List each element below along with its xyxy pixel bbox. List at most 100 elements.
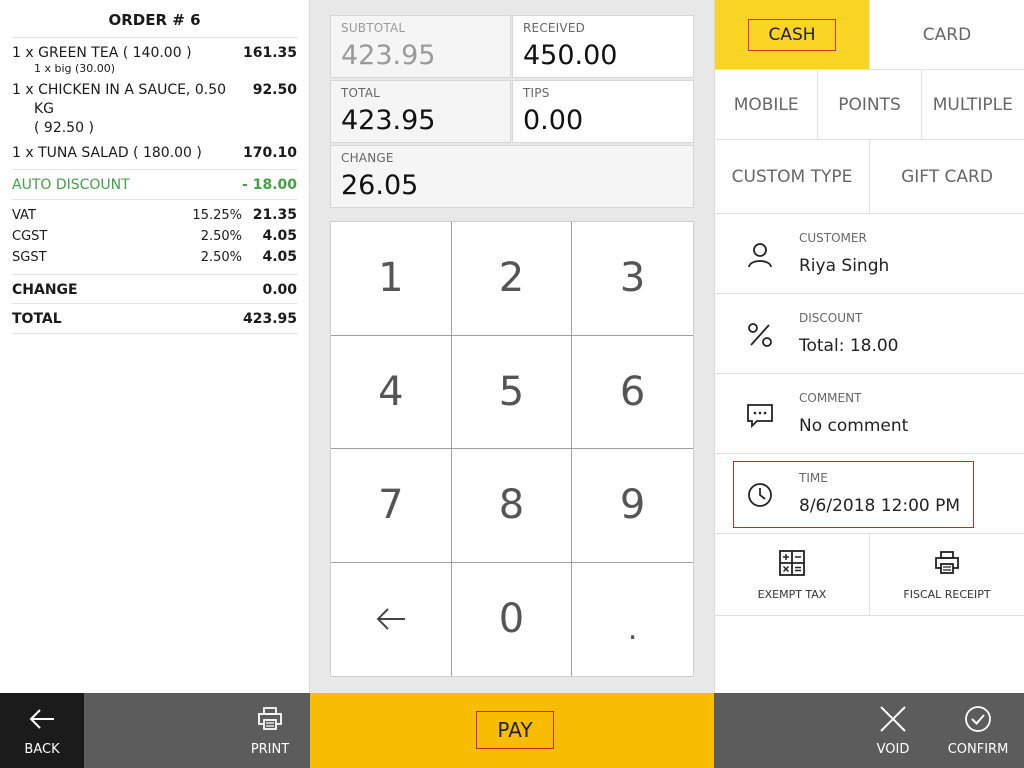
tax-list: VAT 15.25% 21.35 CGST 2.50% 4.05 SGST 2.… bbox=[12, 200, 297, 268]
arrow-left-icon bbox=[29, 709, 54, 729]
exempt-tax-button[interactable]: EXEMPT TAX bbox=[715, 534, 870, 615]
close-icon bbox=[880, 706, 906, 732]
gift-card-payment-button[interactable]: GIFT CARD bbox=[870, 140, 1024, 213]
printer-icon bbox=[258, 707, 282, 730]
order-item[interactable]: 1 x TUNA SALAD ( 180.00 ) 170.10 bbox=[12, 138, 297, 170]
received-label: RECEIVED bbox=[523, 21, 586, 35]
discount-label: AUTO DISCOUNT bbox=[12, 177, 130, 193]
fiscal-receipt-button[interactable]: FISCAL RECEIPT bbox=[870, 534, 1024, 615]
order-total-value: 423.95 bbox=[242, 311, 297, 327]
change-label: CHANGE bbox=[341, 151, 394, 165]
item-name: CHICKEN IN A SAUCE, 0.50 bbox=[38, 82, 227, 98]
time-label: TIME bbox=[799, 471, 828, 485]
item-name: TUNA SALAD ( 180.00 ) bbox=[38, 145, 202, 161]
key-2[interactable]: 2 bbox=[451, 222, 573, 336]
discount-info-value: Total: 18.00 bbox=[799, 336, 899, 356]
action-row: EXEMPT TAX FISCAL RECEIPT bbox=[715, 534, 1024, 616]
total-label: TOTAL bbox=[341, 86, 381, 100]
discount-row[interactable]: DISCOUNT Total: 18.00 bbox=[715, 294, 1024, 374]
item-qty: 1 x bbox=[12, 45, 34, 61]
key-9[interactable]: 9 bbox=[572, 449, 693, 563]
tax-percent: 2.50% bbox=[200, 229, 242, 244]
tips-value: 0.00 bbox=[523, 105, 584, 136]
order-item[interactable]: 1 x GREEN TEA ( 140.00 ) 1 x big (30.00)… bbox=[12, 38, 297, 75]
tips-field[interactable]: TIPS 0.00 bbox=[512, 80, 694, 143]
item-amount: 92.50 bbox=[252, 82, 297, 98]
void-button[interactable]: VOID bbox=[858, 693, 928, 768]
subtotal-field: SUBTOTAL 423.95 bbox=[330, 15, 511, 78]
confirm-label: CONFIRM bbox=[947, 742, 1009, 757]
key-0[interactable]: 0 bbox=[452, 562, 573, 676]
change-field: CHANGE 26.05 bbox=[330, 145, 694, 208]
total-field: TOTAL 423.95 bbox=[330, 80, 511, 143]
user-icon bbox=[748, 243, 772, 268]
tax-percent: 2.50% bbox=[200, 250, 242, 265]
back-button[interactable]: BACK bbox=[0, 693, 84, 768]
payment-entry-panel: SUBTOTAL 423.95 RECEIVED 450.00 TOTAL 42… bbox=[310, 0, 714, 693]
payment-options-panel: CASH CARD MOBILE POINTS MULTIPLE CUSTOM … bbox=[714, 0, 1024, 693]
item-qty: 1 x bbox=[12, 145, 34, 161]
item-name-cont: KG bbox=[34, 101, 55, 117]
custom-type-payment-button[interactable]: CUSTOM TYPE bbox=[715, 140, 870, 213]
tax-value: 4.05 bbox=[262, 228, 297, 244]
subtotal-label: SUBTOTAL bbox=[341, 21, 406, 35]
order-change-value: 0.00 bbox=[262, 282, 297, 298]
mobile-payment-button[interactable]: MOBILE bbox=[715, 70, 819, 139]
comment-value: No comment bbox=[799, 416, 909, 436]
key-5[interactable]: 5 bbox=[451, 335, 573, 449]
cash-label: CASH bbox=[748, 18, 836, 51]
subtotal-value: 423.95 bbox=[341, 40, 436, 71]
tax-row: VAT 15.25% 21.35 bbox=[12, 205, 297, 226]
order-total-label: TOTAL bbox=[12, 311, 62, 327]
received-field[interactable]: RECEIVED 450.00 bbox=[512, 15, 694, 78]
back-label: BACK bbox=[24, 742, 60, 757]
item-amount: 170.10 bbox=[242, 145, 297, 161]
item-price: ( 92.50 ) bbox=[34, 120, 94, 136]
discount-info-label: DISCOUNT bbox=[799, 311, 863, 325]
order-change-row: CHANGE 0.00 bbox=[12, 274, 297, 304]
numeric-keypad: 1 2 3 4 5 6 7 8 9 0 . bbox=[330, 221, 694, 677]
payment-type-row-2: MOBILE POINTS MULTIPLE bbox=[715, 70, 1024, 140]
order-item[interactable]: 1 x CHICKEN IN A SAUCE, 0.50 KG ( 92.50 … bbox=[12, 75, 297, 138]
time-row[interactable]: TIME 8/6/2018 12:00 PM bbox=[715, 454, 1024, 534]
tax-row: SGST 2.50% 4.05 bbox=[12, 247, 297, 268]
key-6[interactable]: 6 bbox=[572, 336, 693, 449]
tax-name: SGST bbox=[12, 250, 47, 265]
discount-amount: - 18.00 bbox=[242, 177, 297, 193]
tax-name: CGST bbox=[12, 229, 48, 244]
item-qty: 1 x bbox=[12, 82, 34, 98]
payment-type-row-1: CASH CARD bbox=[715, 0, 1024, 70]
order-change-label: CHANGE bbox=[12, 282, 78, 298]
confirm-button[interactable]: CONFIRM bbox=[940, 693, 1016, 768]
payment-type-row-3: CUSTOM TYPE GIFT CARD bbox=[715, 140, 1024, 214]
item-modifier: 1 x big (30.00) bbox=[34, 62, 116, 75]
multiple-payment-button[interactable]: MULTIPLE bbox=[922, 70, 1024, 139]
key-3[interactable]: 3 bbox=[572, 222, 693, 336]
received-value: 450.00 bbox=[523, 40, 618, 71]
pay-button[interactable]: PAY bbox=[476, 711, 554, 749]
points-payment-button[interactable]: POINTS bbox=[818, 70, 922, 139]
print-button[interactable]: PRINT bbox=[230, 693, 310, 768]
card-payment-button[interactable]: CARD bbox=[870, 0, 1024, 69]
order-title: ORDER # 6 bbox=[12, 0, 297, 38]
customer-name: Riya Singh bbox=[799, 256, 890, 276]
backspace-key[interactable] bbox=[331, 562, 452, 676]
printer-icon bbox=[935, 551, 959, 574]
key-decimal[interactable]: . bbox=[572, 563, 693, 677]
comment-row[interactable]: COMMENT No comment bbox=[715, 374, 1024, 454]
pay-bar[interactable]: PAY bbox=[310, 693, 714, 768]
key-4[interactable]: 4 bbox=[331, 335, 452, 449]
total-value: 423.95 bbox=[341, 105, 436, 136]
tax-name: VAT bbox=[12, 208, 36, 223]
tax-value: 21.35 bbox=[252, 207, 297, 223]
clock-icon bbox=[748, 483, 772, 507]
customer-row[interactable]: CUSTOMER Riya Singh bbox=[715, 214, 1024, 294]
tax-row: CGST 2.50% 4.05 bbox=[12, 226, 297, 247]
order-total-row: TOTAL 423.95 bbox=[12, 304, 297, 334]
cash-payment-button[interactable]: CASH bbox=[715, 0, 870, 69]
key-1[interactable]: 1 bbox=[331, 222, 452, 336]
comment-icon bbox=[747, 404, 773, 429]
key-7[interactable]: 7 bbox=[331, 449, 452, 563]
key-8[interactable]: 8 bbox=[451, 449, 573, 563]
item-name: GREEN TEA ( 140.00 ) bbox=[38, 45, 192, 61]
